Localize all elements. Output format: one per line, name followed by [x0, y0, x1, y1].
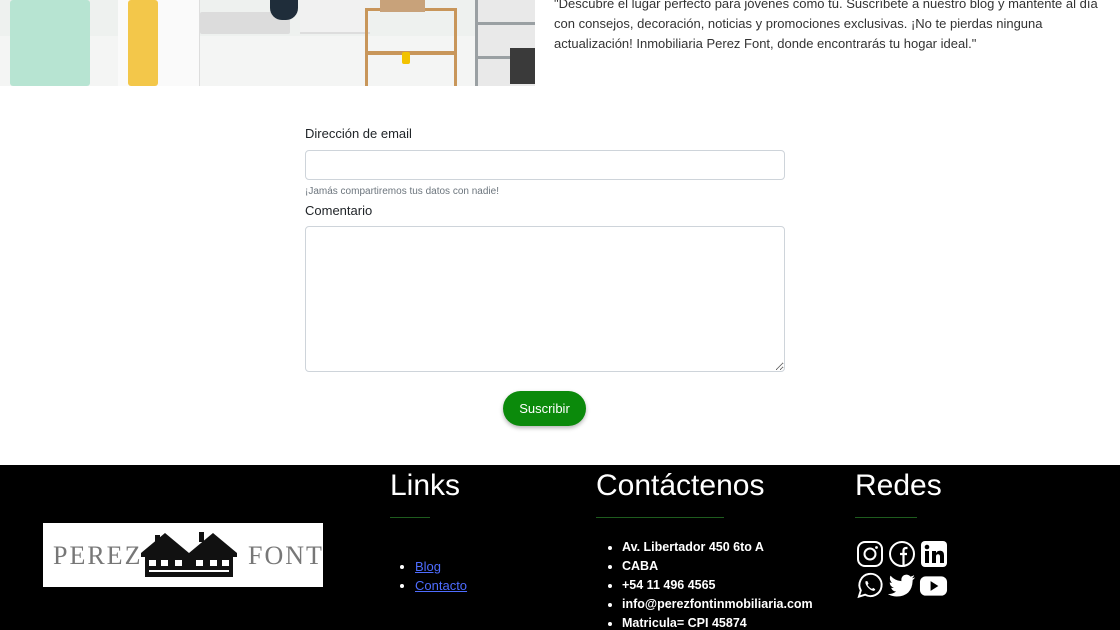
list-item: Blog — [415, 557, 467, 576]
linkedin-icon[interactable] — [919, 540, 948, 569]
house-icon — [141, 532, 237, 577]
email-label: Dirección de email — [305, 126, 412, 141]
company-logo: PEREZ FONT — [43, 523, 323, 587]
instagram-icon[interactable] — [855, 540, 884, 569]
footer-contact-column: Contáctenos — [596, 465, 764, 518]
email-help-text: ¡Jamás compartiremos tus datos con nadie… — [305, 186, 499, 197]
comment-field[interactable] — [305, 226, 785, 372]
contact-city: CABA — [622, 557, 813, 576]
contact-heading: Contáctenos — [596, 469, 765, 502]
contact-license: Matricula= CPI 45874 — [622, 614, 813, 630]
contact-email: info@perezfontinmobiliaria.com — [622, 595, 813, 614]
footer-social-column: Redes — [855, 465, 942, 518]
list-item: Contacto — [415, 576, 467, 595]
twitter-icon[interactable] — [887, 572, 916, 601]
contact-address: Av. Libertador 450 6to A — [622, 538, 813, 557]
contact-link[interactable]: Contacto — [415, 578, 467, 593]
social-icons — [855, 538, 955, 602]
hero-image — [0, 0, 535, 86]
links-divider — [390, 517, 430, 518]
contact-divider — [596, 517, 724, 518]
email-field[interactable] — [305, 150, 785, 180]
logo-word-right: FONT — [248, 541, 324, 570]
footer-links-column: Links — [390, 465, 460, 518]
links-heading: Links — [390, 469, 461, 502]
contact-list: Av. Libertador 450 6to A CABA +54 11 496… — [622, 538, 813, 630]
facebook-icon[interactable] — [887, 540, 916, 569]
blog-link[interactable]: Blog — [415, 559, 441, 574]
social-heading: Redes — [855, 469, 942, 502]
contact-phone: +54 11 496 4565 — [622, 576, 813, 595]
social-divider — [855, 517, 917, 518]
hero-description: "Descubre el lugar perfecto para jóvenes… — [554, 0, 1098, 51]
whatsapp-icon[interactable] — [855, 572, 884, 601]
subscribe-button[interactable]: Suscribir — [503, 391, 586, 426]
youtube-icon[interactable] — [919, 572, 948, 601]
logo-word-left: PEREZ — [53, 541, 143, 570]
subscribe-form: Dirección de email ¡Jamás compartiremos … — [305, 124, 785, 372]
footer: PEREZ FONT Links Blog Contact — [0, 465, 1120, 630]
comment-label: Comentario — [305, 203, 373, 218]
links-list: Blog Contacto — [415, 557, 467, 595]
